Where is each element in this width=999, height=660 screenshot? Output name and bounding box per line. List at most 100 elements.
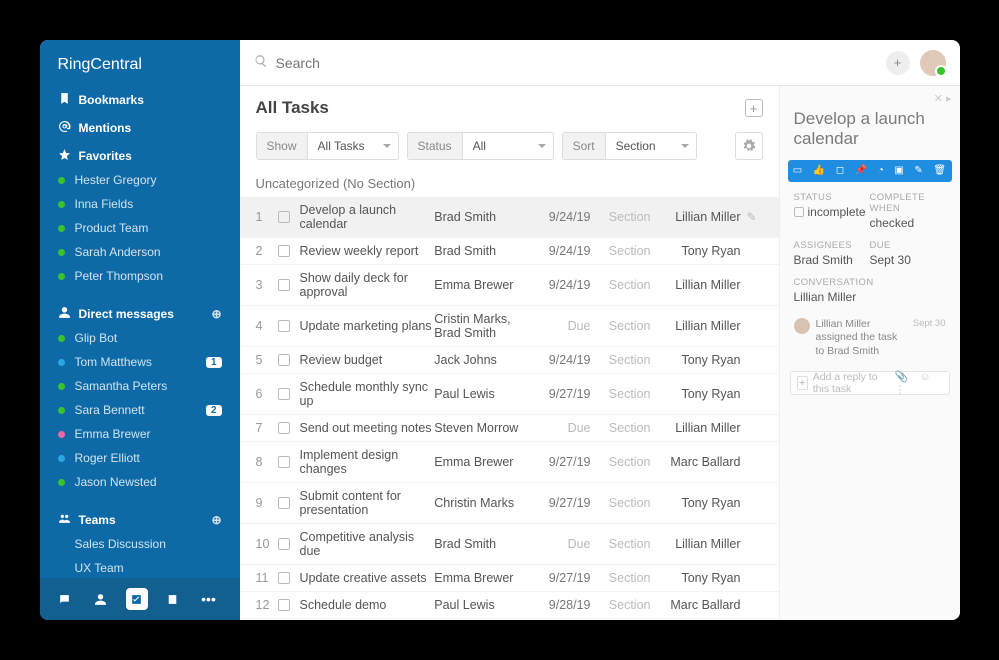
delete-icon[interactable]: 🗑 [933, 165, 946, 176]
status-value: incomplete [808, 205, 866, 219]
task-checkbox[interactable] [278, 599, 290, 611]
table-row[interactable]: 9Submit content for presentationChristin… [240, 483, 779, 524]
task-checkbox[interactable] [278, 245, 290, 257]
user-avatar[interactable] [920, 50, 946, 76]
filter-show-value[interactable]: All Tasks [308, 139, 398, 153]
sidebar-item-label: Jason Newsted [75, 475, 157, 489]
table-row[interactable]: 12Schedule demoPaul Lewis9/28/19SectionM… [240, 592, 779, 619]
task-checkbox[interactable] [278, 572, 290, 584]
sidebar-item[interactable]: Tom Matthews1 [40, 350, 240, 374]
table-row[interactable]: 6Schedule monthly sync upPaul Lewis9/27/… [240, 374, 779, 415]
sidebar-item[interactable]: Inna Fields [40, 192, 240, 216]
reminder-icon[interactable]: ◔ [878, 165, 884, 176]
sidebar-item[interactable]: Glip Bot [40, 326, 240, 350]
sidebar-item[interactable]: Emma Brewer [40, 422, 240, 446]
task-checkbox[interactable] [278, 279, 290, 291]
task-title: Schedule demo [300, 598, 435, 612]
task-title: Review weekly report [300, 244, 435, 258]
task-due: 9/27/19 [531, 455, 591, 469]
task-owner: Lillian Miller [651, 210, 741, 224]
sidebar-favorites-header[interactable]: Favorites [40, 140, 240, 168]
task-due: Due [531, 537, 591, 551]
task-checkbox[interactable] [278, 320, 290, 332]
task-checkbox[interactable] [278, 211, 290, 223]
edit-icon[interactable]: ✎ [914, 165, 922, 176]
sidebar-mentions[interactable]: Mentions [40, 112, 240, 140]
filter-sort[interactable]: Sort Section [562, 132, 697, 160]
sidebar-item-label: Roger Elliott [75, 451, 140, 465]
task-section: Section [591, 571, 651, 585]
search-input[interactable] [276, 55, 876, 71]
thumbs-up-icon[interactable]: 👍 [813, 165, 825, 176]
nav-contacts-icon[interactable] [90, 588, 112, 610]
table-row[interactable]: 1Develop a launch calendarBrad Smith9/24… [240, 197, 779, 238]
task-assignee: Brad Smith [434, 537, 530, 551]
sidebar-item[interactable]: Product Team [40, 216, 240, 240]
table-row[interactable]: 10Competitive analysis dueBrad SmithDueS… [240, 524, 779, 565]
star-icon [58, 148, 71, 164]
reply-icons[interactable]: 📎 ☺ ⋮ [895, 370, 943, 396]
search-wrap[interactable] [254, 54, 876, 71]
move-icon[interactable]: ▣ [894, 165, 903, 176]
task-assignee: Brad Smith [434, 244, 530, 258]
table-row[interactable]: 8Implement design changesEmma Brewer9/27… [240, 442, 779, 483]
attach-icon[interactable]: + [797, 376, 808, 390]
edit-icon[interactable]: ✎ [747, 210, 763, 224]
sidebar-item[interactable]: Sarah Anderson [40, 240, 240, 264]
table-row[interactable]: 7Send out meeting notesSteven MorrowDueS… [240, 415, 779, 442]
add-team-icon[interactable]: ⊕ [211, 513, 221, 527]
presence-dot [58, 383, 65, 390]
sidebar-item[interactable]: Samantha Peters [40, 374, 240, 398]
teams-label: Teams [79, 513, 116, 527]
row-number: 8 [256, 455, 278, 469]
close-detail[interactable]: ✕ ▸ [780, 86, 960, 105]
detail-panel: ✕ ▸ Develop a launch calendar ▭ 👍 ◻ 📌 ◔ … [780, 86, 960, 620]
sidebar-item[interactable]: Roger Elliott [40, 446, 240, 470]
filter-status[interactable]: Status All [407, 132, 554, 160]
sidebar-item[interactable]: Sales Discussion [40, 532, 240, 556]
sidebar-item[interactable]: Peter Thompson [40, 264, 240, 288]
sidebar-bookmarks[interactable]: Bookmarks [40, 84, 240, 112]
filter-status-value[interactable]: All [463, 139, 553, 153]
presence-dot [58, 177, 65, 184]
filter-sort-value[interactable]: Section [606, 139, 696, 153]
sidebar-dm-header[interactable]: Direct messages ⊕ [40, 298, 240, 326]
nav-tasks-icon[interactable] [126, 588, 148, 610]
nav-calendar-icon[interactable] [162, 588, 184, 610]
bookmark-icon[interactable]: ◻ [836, 165, 844, 176]
sidebar-teams-header[interactable]: Teams ⊕ [40, 504, 240, 532]
table-row[interactable]: 3Show daily deck for approvalEmma Brewer… [240, 265, 779, 306]
app-window: RingCentral Bookmarks Mentions Favorites… [40, 40, 960, 620]
task-checkbox[interactable] [278, 388, 290, 400]
sidebar-item[interactable]: Jason Newsted [40, 470, 240, 494]
task-checkbox[interactable] [278, 354, 290, 366]
task-checkbox[interactable] [278, 497, 290, 509]
dm-label: Direct messages [79, 307, 174, 321]
table-row[interactable]: 4Update marketing plansCristin Marks, Br… [240, 306, 779, 347]
chat-icon[interactable]: ▭ [793, 165, 802, 176]
gear-icon[interactable] [735, 132, 763, 160]
table-row[interactable]: 13Get a speaker spot at the conferenceBr… [240, 619, 779, 620]
task-checkbox[interactable] [278, 422, 290, 434]
presence-dot [58, 407, 65, 414]
filter-show[interactable]: Show All Tasks [256, 132, 399, 160]
table-row[interactable]: 11Update creative assetsEmma Brewer9/27/… [240, 565, 779, 592]
add-button[interactable]: + [886, 51, 910, 75]
nav-chat-icon[interactable] [54, 588, 76, 610]
add-dm-icon[interactable]: ⊕ [211, 307, 221, 321]
presence-dot [58, 249, 65, 256]
reply-input[interactable]: + Add a reply to this task 📎 ☺ ⋮ [790, 371, 950, 395]
add-task-icon[interactable]: + [745, 99, 763, 117]
table-row[interactable]: 5Review budgetJack Johns9/24/19SectionTo… [240, 347, 779, 374]
task-checkbox[interactable] [278, 456, 290, 468]
sidebar-item-label: Glip Bot [75, 331, 118, 345]
task-checkbox[interactable] [278, 538, 290, 550]
status-checkbox[interactable] [794, 207, 804, 217]
sidebar-item[interactable]: Hester Gregory [40, 168, 240, 192]
table-row[interactable]: 2Review weekly reportBrad Smith9/24/19Se… [240, 238, 779, 265]
nav-more-icon[interactable]: ••• [198, 588, 220, 610]
row-number: 1 [256, 210, 278, 224]
sidebar-item[interactable]: Sara Bennett2 [40, 398, 240, 422]
pin-icon[interactable]: 📌 [855, 165, 867, 176]
sidebar-item[interactable]: UX Team [40, 556, 240, 578]
